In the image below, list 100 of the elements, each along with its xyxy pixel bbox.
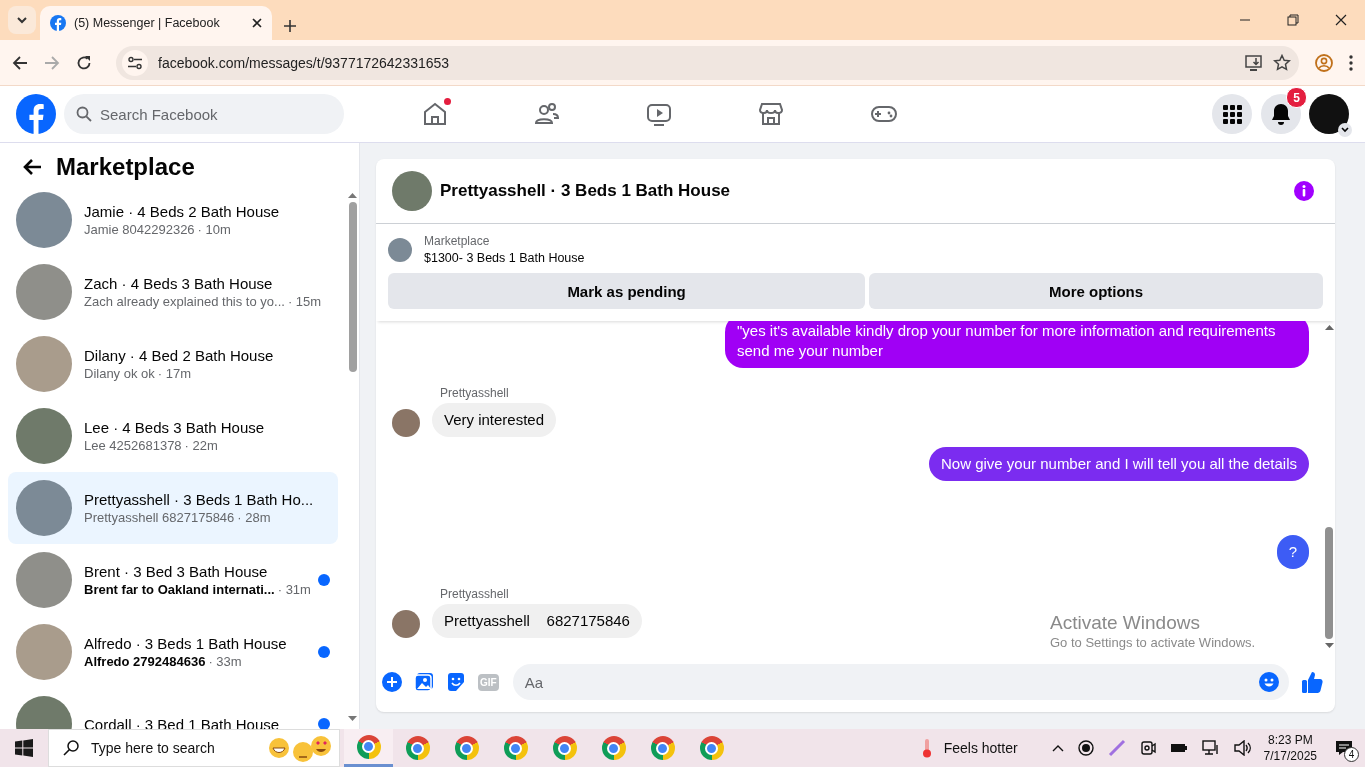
message-preview: Lee 4252681378 xyxy=(84,438,182,453)
site-settings-icon[interactable] xyxy=(122,49,148,76)
reload-button[interactable] xyxy=(76,54,92,71)
conversation-title: Brent · 3 Bed 3 Bath House xyxy=(84,563,269,580)
facebook-logo-icon[interactable] xyxy=(16,94,56,134)
chevron-up-icon[interactable] xyxy=(1051,744,1064,752)
conversation-title: Dilany · 4 Bed 2 Bath House xyxy=(84,347,275,364)
emoji-icon[interactable] xyxy=(1259,672,1279,692)
taskbar-search-field[interactable]: Type here to search xyxy=(48,729,340,767)
sender-avatar xyxy=(392,610,420,638)
chrome-taskbar-button[interactable] xyxy=(344,729,393,767)
photo-placeholder xyxy=(16,408,72,464)
photo-placeholder xyxy=(16,264,72,320)
scrollbar-thumb[interactable] xyxy=(348,202,357,372)
install-app-icon[interactable] xyxy=(1245,54,1263,71)
search-placeholder: Search Facebook xyxy=(100,105,218,123)
message-preview: Jamie 8042292326 xyxy=(84,222,195,237)
chevron-down-icon[interactable] xyxy=(1338,123,1352,137)
photo-placeholder xyxy=(16,624,72,680)
menu-grid-button[interactable] xyxy=(1212,94,1252,134)
plus-circle-icon[interactable] xyxy=(382,672,402,692)
sticker-icon[interactable] xyxy=(446,672,466,692)
windows-logo-icon xyxy=(15,739,33,757)
profile-icon[interactable] xyxy=(1315,53,1333,72)
storefront-icon[interactable] xyxy=(758,101,784,127)
incoming-message: Very interested xyxy=(432,403,557,437)
back-button[interactable] xyxy=(22,158,42,176)
outgoing-message: "yes it's available kindly drop your number for more information and requirements send me your number xyxy=(725,321,1309,368)
scroll-up-arrow-icon[interactable] xyxy=(348,193,357,198)
sender-name: Prettyasshell xyxy=(440,587,510,601)
thermometer-icon[interactable] xyxy=(921,738,932,758)
back-button[interactable] xyxy=(12,54,28,71)
conversation-title: Jamie · 4 Beds 2 Bath House xyxy=(84,203,281,220)
activation-subtitle: Go to Settings to activate Windows. xyxy=(1050,634,1256,651)
scrollbar-thumb[interactable] xyxy=(1325,527,1333,639)
listing-label: Marketplace xyxy=(424,234,491,248)
browser-tab[interactable]: (5) Messenger | Facebook xyxy=(40,6,272,40)
message-time: · 33m xyxy=(208,654,242,669)
info-icon[interactable] xyxy=(1293,180,1315,202)
message-time: · 28m xyxy=(237,510,271,525)
input-placeholder: Aa xyxy=(524,673,545,691)
message-preview: Zach already explained this to yo... xyxy=(84,294,285,309)
chevron-down-icon xyxy=(16,16,28,24)
photo-placeholder xyxy=(392,171,432,211)
search-icon xyxy=(76,106,92,122)
battery-icon[interactable] xyxy=(1169,742,1188,754)
profile-avatar[interactable] xyxy=(1309,94,1349,134)
close-tab-button[interactable] xyxy=(252,18,262,28)
photo-placeholder xyxy=(16,480,72,536)
tab-list-button[interactable] xyxy=(8,6,36,34)
conversation-title: Alfredo · 3 Beds 1 Bath House xyxy=(84,635,288,652)
bookmark-star-icon[interactable] xyxy=(1273,53,1291,72)
conversation-item[interactable]: Prettyasshell · 3 Beds 1 Bath Ho... Prettyasshell 6827175846 · 28m xyxy=(8,472,338,544)
network-icon[interactable] xyxy=(1201,740,1220,756)
search-field[interactable]: Search Facebook xyxy=(64,94,344,134)
scroll-up-arrow-icon[interactable] xyxy=(1324,325,1334,330)
record-icon[interactable] xyxy=(1077,740,1094,756)
photo-placeholder xyxy=(388,237,412,262)
conversation-title: Zach · 4 Beds 3 Bath House xyxy=(84,275,274,292)
message-time: · 22m xyxy=(184,438,218,453)
activation-title: Activate Windows xyxy=(1050,612,1201,634)
message-input[interactable]: Aa xyxy=(512,664,1289,700)
search-placeholder: Type here to search xyxy=(91,740,216,756)
message-time: · 17m xyxy=(157,366,192,381)
message-preview: Brent far to Oakland internati... xyxy=(84,582,275,597)
search-icon xyxy=(63,740,79,756)
action-button[interactable]: Mark as pending xyxy=(388,273,866,309)
photo-icon[interactable] xyxy=(414,672,434,692)
speaker-icon[interactable] xyxy=(1233,740,1252,756)
tab-title: (5) Messenger | Facebook xyxy=(74,16,221,30)
conversation-title: Lee · 4 Beds 3 Bath House xyxy=(84,419,266,436)
new-tab-button[interactable] xyxy=(284,20,296,32)
photo-placeholder xyxy=(16,192,72,248)
thumbs-up-icon[interactable] xyxy=(1301,671,1323,693)
sender-name: Prettyasshell xyxy=(440,386,510,400)
video-play-icon[interactable] xyxy=(646,101,672,127)
clock-date[interactable]: 7/17/2025 xyxy=(1263,748,1317,764)
notification-count: 5 xyxy=(1286,87,1307,108)
sender-avatar xyxy=(392,409,420,437)
notification-count: 4 xyxy=(1344,747,1359,762)
conversation-title: Prettyasshell · 3 Beds 1 Bath Ho... xyxy=(84,491,315,508)
scroll-down-arrow-icon[interactable] xyxy=(348,716,357,721)
conversation-title: Cordall · 3 Bed 1 Bath House xyxy=(84,715,281,729)
pen-icon[interactable] xyxy=(1107,739,1126,757)
people-icon[interactable] xyxy=(534,101,560,127)
weather-text[interactable]: Feels hotter xyxy=(943,740,1018,756)
action-button[interactable]: More options xyxy=(869,273,1323,309)
message-time: · 10m xyxy=(197,222,231,237)
facebook-logo-icon xyxy=(50,15,66,31)
scroll-down-arrow-icon[interactable] xyxy=(1324,643,1334,648)
photo-placeholder xyxy=(16,336,72,392)
message-preview: Prettyasshell 6827175846 xyxy=(84,510,235,525)
more-menu-icon[interactable] xyxy=(1349,54,1353,71)
camera-icon[interactable] xyxy=(1139,740,1156,756)
home-icon[interactable] xyxy=(422,101,448,127)
notifications-button[interactable] xyxy=(1261,94,1301,134)
message-preview: Alfredo 2792484636 xyxy=(84,654,206,669)
clock-time[interactable]: 8:23 PM xyxy=(1267,732,1313,748)
address-bar[interactable]: facebook.com/messages/t/9377172642331653 xyxy=(116,45,1299,80)
chat-title: Prettyasshell · 3 Beds 1 Bath House xyxy=(440,181,732,201)
